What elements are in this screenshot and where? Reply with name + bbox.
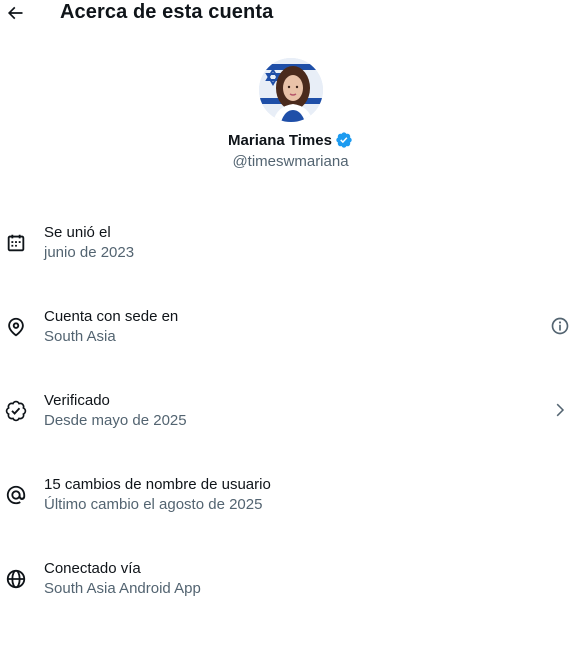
back-button[interactable] — [4, 2, 26, 24]
row-subtitle: South Asia Android App — [44, 580, 201, 597]
user-handle: @timeswmariana — [232, 153, 349, 170]
display-name: Mariana Times — [228, 131, 332, 149]
row-subtitle: Último cambio el agosto de 2025 — [44, 496, 263, 513]
row-title: Conectado vía — [44, 560, 141, 577]
arrow-left-icon — [5, 3, 25, 23]
profile-summary: Mariana Times @timeswmariana — [0, 58, 581, 170]
page-header: Acerca de esta cuenta — [0, 0, 581, 28]
verified-badge-icon — [335, 131, 353, 149]
row-title: Verificado — [44, 392, 110, 409]
list-item-based-in: Cuenta con sede en South Asia — [0, 308, 581, 392]
list-item-connected-via: Conectado vía South Asia Android App — [0, 560, 581, 644]
globe-icon — [5, 568, 27, 590]
list-item-joined: Se unió el junio de 2023 — [0, 224, 581, 308]
account-info-list: Se unió el junio de 2023 Cuenta con sede… — [0, 224, 581, 644]
list-item-verified[interactable]: Verificado Desde mayo de 2025 — [0, 392, 581, 476]
list-item-username-changes: 15 cambios de nombre de usuario Último c… — [0, 476, 581, 560]
row-title: 15 cambios de nombre de usuario — [44, 476, 271, 493]
verified-badge-icon — [5, 400, 27, 422]
name-row: Mariana Times — [0, 131, 581, 149]
row-subtitle: South Asia — [44, 328, 116, 345]
row-subtitle: Desde mayo de 2025 — [44, 412, 187, 429]
row-title: Se unió el — [44, 224, 111, 241]
at-sign-icon — [5, 484, 27, 506]
chevron-right-icon[interactable] — [549, 399, 571, 421]
location-pin-icon — [5, 316, 27, 338]
row-title: Cuenta con sede en — [44, 308, 179, 325]
calendar-icon — [5, 232, 27, 254]
info-icon[interactable] — [549, 315, 571, 337]
row-subtitle: junio de 2023 — [44, 244, 135, 261]
page-title: Acerca de esta cuenta — [60, 1, 274, 23]
avatar[interactable] — [258, 58, 323, 122]
